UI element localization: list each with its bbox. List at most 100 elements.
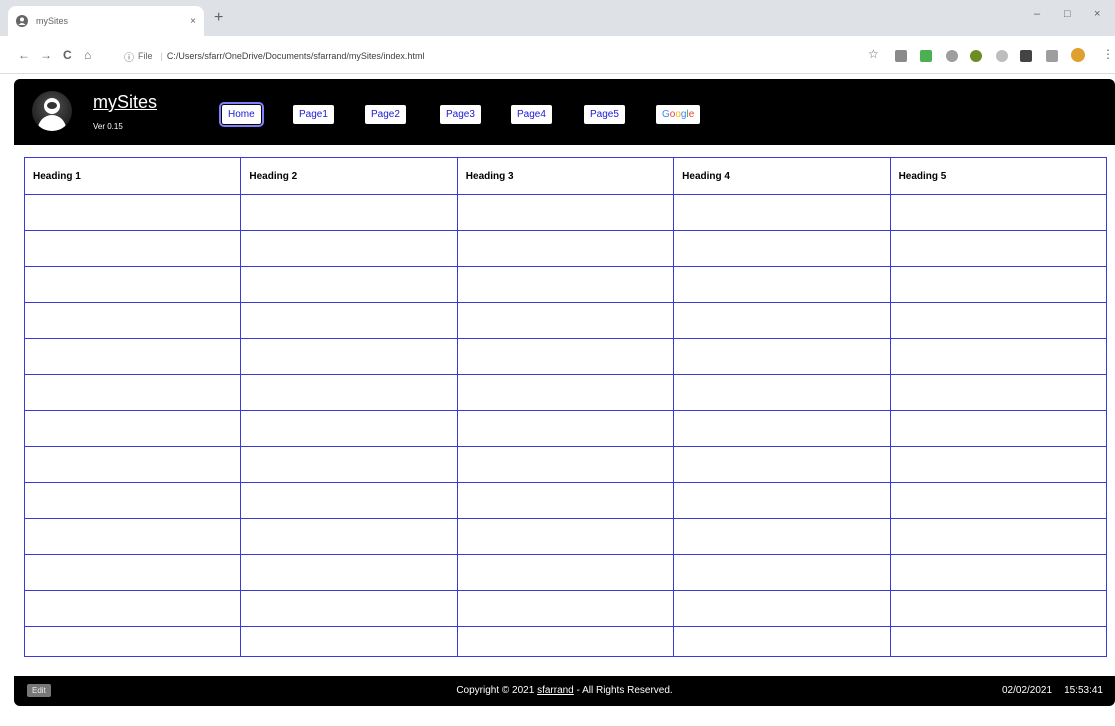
nav-home-link[interactable]: Home [219,102,264,127]
table-cell[interactable] [456,482,675,519]
table-cell[interactable] [23,554,242,591]
table-cell[interactable] [456,446,675,483]
table-cell[interactable] [456,554,675,591]
table-cell[interactable] [889,446,1108,483]
table-cell[interactable] [240,302,458,339]
table-cell[interactable] [673,482,891,519]
maximize-button[interactable]: □ [1064,8,1071,20]
table-cell[interactable] [240,338,458,375]
table-cell[interactable] [456,626,675,657]
table-cell[interactable] [673,374,891,411]
table-cell[interactable] [240,518,458,555]
table-cell[interactable] [240,482,458,519]
table-cell[interactable] [456,302,675,339]
new-tab-button[interactable]: + [214,9,223,27]
table-cell[interactable] [889,518,1108,555]
table-cell[interactable] [673,410,891,447]
table-cell[interactable] [889,410,1108,447]
nav-google-link[interactable]: Google [656,105,701,124]
profile-avatar[interactable] [1071,48,1085,62]
table-cell[interactable] [456,590,675,627]
table-cell[interactable] [456,266,675,303]
table-cell[interactable] [889,554,1108,591]
table-cell[interactable] [673,266,891,303]
url-text[interactable]: C:/Users/sfarr/OneDrive/Documents/sfarra… [167,51,425,61]
table-cell[interactable] [673,302,891,339]
nav-page5-link[interactable]: Page5 [584,105,625,124]
table-cell[interactable] [889,194,1108,231]
column-heading-1: Heading 1 [23,157,242,195]
table-cell[interactable] [23,626,242,657]
table-cell[interactable] [889,266,1108,303]
table-cell[interactable] [673,518,891,555]
table-cell[interactable] [889,482,1108,519]
back-icon[interactable]: ← [18,48,30,62]
extension-icon[interactable] [895,50,907,62]
minimize-button[interactable]: – [1034,8,1040,20]
table-cell[interactable] [456,374,675,411]
home-icon[interactable]: ⌂ [84,48,91,62]
table-cell[interactable] [240,374,458,411]
site-info-icon[interactable]: ⓘ [124,49,134,64]
browser-tab[interactable]: mySites × [8,6,204,36]
site-title[interactable]: mySites [93,92,157,113]
table-cell[interactable] [240,266,458,303]
table-cell[interactable] [889,230,1108,267]
close-window-button[interactable]: × [1094,8,1100,20]
table-cell[interactable] [240,626,458,657]
table-cell[interactable] [23,230,242,267]
table-cell[interactable] [673,554,891,591]
table-cell[interactable] [673,194,891,231]
table-cell[interactable] [456,230,675,267]
nav-page1-link[interactable]: Page1 [293,105,334,124]
nav-page2-link[interactable]: Page2 [365,105,406,124]
table-cell[interactable] [889,374,1108,411]
reading-list-icon[interactable] [1046,50,1058,62]
table-cell[interactable] [23,446,242,483]
puzzle-icon[interactable] [1020,50,1032,62]
extension-icon[interactable] [946,50,958,62]
nav-page3-link[interactable]: Page3 [440,105,481,124]
table-cell[interactable] [23,194,242,231]
table-cell[interactable] [23,590,242,627]
table-cell[interactable] [23,518,242,555]
forward-icon[interactable]: → [40,48,52,62]
table-row [23,410,1108,447]
table-cell[interactable] [889,626,1108,657]
table-cell[interactable] [456,518,675,555]
table-cell[interactable] [240,590,458,627]
nav-page4-link[interactable]: Page4 [511,105,552,124]
table-cell[interactable] [23,338,242,375]
table-cell[interactable] [456,194,675,231]
extension-icon[interactable] [996,50,1008,62]
address-bar[interactable]: ⓘ File | C:/Users/sfarr/OneDrive/Documen… [124,45,864,67]
table-cell[interactable] [456,338,675,375]
tab-close-icon[interactable]: × [190,16,196,27]
extension-icon[interactable] [970,50,982,62]
table-cell[interactable] [23,374,242,411]
table-cell[interactable] [889,590,1108,627]
table-cell[interactable] [23,302,242,339]
bookmark-star-icon[interactable]: ☆ [868,47,879,61]
table-cell[interactable] [23,482,242,519]
extension-icon[interactable] [920,50,932,62]
table-cell[interactable] [673,446,891,483]
menu-icon[interactable]: ⋮ [1102,47,1114,61]
table-cell[interactable] [673,590,891,627]
table-cell[interactable] [240,230,458,267]
table-cell[interactable] [673,230,891,267]
google-letter: G [662,109,670,120]
table-cell[interactable] [23,266,242,303]
table-cell[interactable] [673,626,891,657]
table-cell[interactable] [889,338,1108,375]
table-cell[interactable] [240,410,458,447]
table-cell[interactable] [889,302,1108,339]
table-cell[interactable] [456,410,675,447]
table-cell[interactable] [240,446,458,483]
table-cell[interactable] [23,410,242,447]
table-cell[interactable] [240,194,458,231]
table-cell[interactable] [673,338,891,375]
author-link[interactable]: sfarrand [537,685,574,696]
table-cell[interactable] [240,554,458,591]
reload-icon[interactable]: C [63,48,72,62]
